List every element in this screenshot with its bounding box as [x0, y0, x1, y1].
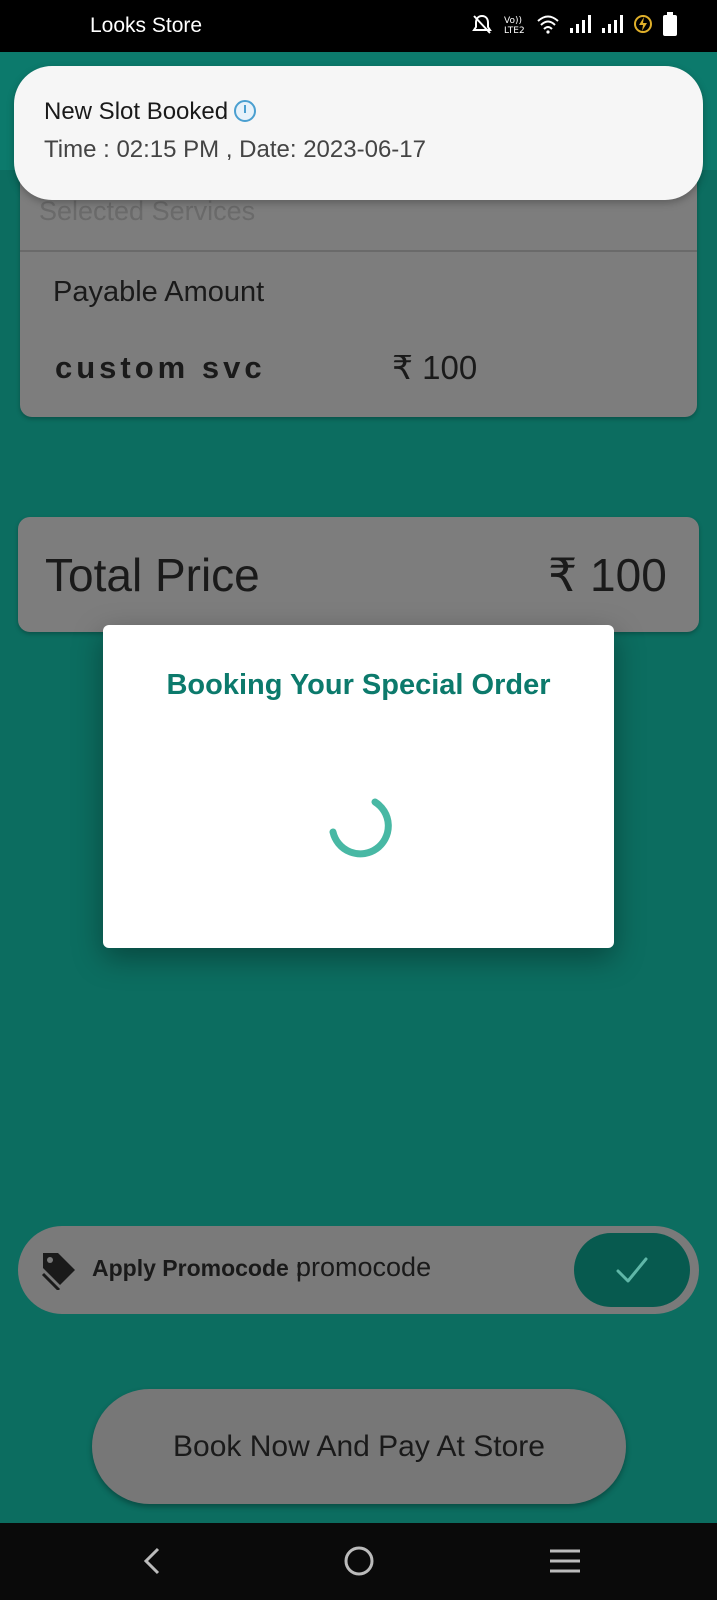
services-header: Selected Services [39, 196, 256, 226]
back-icon[interactable] [140, 1545, 164, 1577]
notification-title-text: New Slot Booked [44, 98, 229, 125]
total-price-label: Total Price [45, 549, 260, 601]
signal-icon [570, 15, 591, 33]
status-icons: Vo)) LTE2 [471, 12, 677, 36]
status-bar: Looks Store Vo)) LTE2 [0, 0, 717, 52]
svg-text:Vo)): Vo)) [504, 16, 522, 26]
stopwatch-icon [234, 100, 257, 122]
svg-text:LTE2: LTE2 [504, 26, 525, 35]
battery-icon [663, 12, 677, 36]
menu-icon[interactable] [548, 1545, 582, 1577]
book-now-button[interactable]: Book Now And Pay At Store [92, 1389, 626, 1504]
wifi-icon [537, 15, 559, 34]
tag-icon [41, 1253, 75, 1290]
signal-icon [602, 15, 623, 33]
promocode-input[interactable]: promocode [296, 1252, 431, 1283]
service-name: custom svc [55, 350, 266, 385]
promocode-label: Apply Promocode : [92, 1255, 303, 1281]
mute-icon [472, 14, 492, 34]
service-price: ₹ 100 [392, 349, 478, 386]
volte-icon: Vo)) LTE2 [504, 16, 525, 35]
notification-title: New Slot Booked [44, 98, 257, 126]
total-price-value: ₹ 100 [548, 549, 667, 601]
app-name: Looks Store [90, 14, 203, 37]
notification-banner[interactable]: New Slot Booked Time : 02:15 PM , Date: … [14, 66, 703, 200]
charging-icon [634, 15, 652, 33]
apply-promocode-button[interactable] [574, 1233, 690, 1307]
booking-dialog: Booking Your Special Order [103, 625, 614, 948]
dialog-title: Booking Your Special Order [166, 669, 551, 701]
navigation-bar [0, 1523, 717, 1600]
notification-body: Time : 02:15 PM , Date: 2023-06-17 [44, 136, 426, 163]
payable-amount-label: Payable Amount [53, 276, 265, 308]
card-divider [20, 250, 697, 252]
home-icon[interactable] [343, 1545, 375, 1577]
loading-spinner-icon [329, 798, 392, 858]
check-icon [616, 1257, 648, 1283]
promocode-bar: Apply Promocode : promocode [18, 1226, 699, 1314]
